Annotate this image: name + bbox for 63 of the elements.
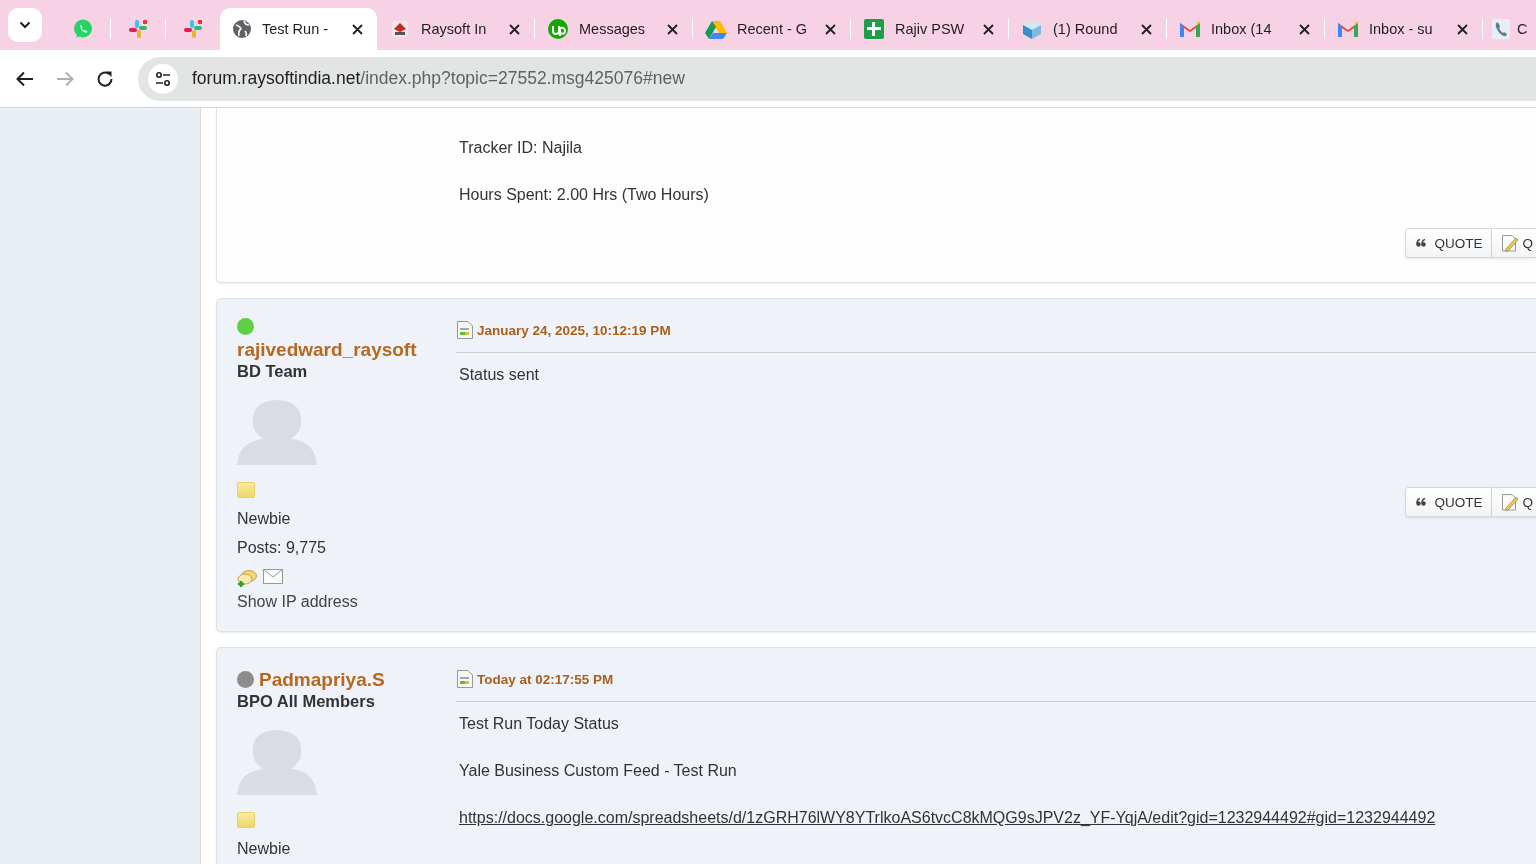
close-icon[interactable]	[1456, 23, 1468, 35]
close-icon[interactable]	[824, 23, 836, 35]
quote-mark-icon	[1416, 239, 1427, 247]
quote-button[interactable]: QUOTE	[1405, 487, 1493, 517]
post-text: Hours Spent: 2.00 Hrs (Two Hours)	[459, 185, 710, 205]
modify-button[interactable]: Q	[1492, 487, 1536, 517]
post-link[interactable]: https://docs.google.com/spreadsheets/d/1zGRH76lWY8YTrlkoAS6tvcC8kMQG9sJPV2z_YF-YqjA/edit?gid=1232944492#gid=1232944492	[459, 809, 1436, 826]
browser-tab[interactable]: Test Run -	[220, 8, 377, 50]
close-icon[interactable]	[1298, 23, 1310, 35]
post-date: January 24, 2025, 10:12:19 PM	[477, 322, 671, 338]
modify-button[interactable]: Q	[1492, 228, 1536, 258]
pinwheel-icon[interactable]	[182, 18, 204, 40]
browser-tab[interactable]: Inbox (14	[1167, 8, 1324, 50]
phone-icon	[1491, 18, 1511, 40]
quote-button[interactable]: QUOTE	[1405, 228, 1493, 258]
browser-tab[interactable]: Rajiv PSW	[851, 8, 1008, 50]
cube-icon	[1021, 18, 1043, 40]
member-rank: Newbie	[237, 839, 291, 859]
chat-bubbles-icon[interactable]	[237, 569, 257, 587]
address-bar[interactable]: forum.raysoftindia.net/index.php?topic=27552.msg425076#new	[138, 56, 1536, 101]
tab-search-button[interactable]	[8, 8, 42, 42]
close-icon[interactable]	[508, 23, 520, 35]
close-icon[interactable]	[982, 23, 994, 35]
close-icon[interactable]	[351, 23, 363, 35]
close-icon[interactable]	[1140, 23, 1152, 35]
post-text: Yale Business Custom Feed - Test Run	[459, 761, 738, 781]
document-icon	[456, 320, 474, 340]
post-text: Test Run Today Status	[459, 714, 620, 734]
show-ip-link[interactable]: Show IP address	[237, 591, 358, 613]
reload-icon[interactable]	[96, 69, 114, 88]
edit-document-icon	[1501, 234, 1520, 252]
document-icon	[456, 669, 474, 689]
author-name-link[interactable]: rajivedward_raysoft	[237, 337, 417, 362]
browser-tab[interactable]: Messages	[535, 8, 692, 50]
quote-mark-icon	[1416, 498, 1427, 506]
mail-icon	[1337, 20, 1359, 38]
member-rank: Newbie	[237, 509, 291, 529]
tune-icon	[155, 71, 171, 86]
circle-logo-icon	[547, 18, 569, 40]
browser-tab[interactable]: (1) Round	[1009, 8, 1166, 50]
post-date: Today at 02:17:55 PM	[477, 671, 614, 687]
edit-document-icon	[1501, 493, 1520, 511]
post-count: Posts: 9,775	[237, 538, 326, 558]
back-arrow-icon[interactable]	[16, 70, 34, 87]
mail-icon	[1179, 20, 1201, 38]
close-icon[interactable]	[666, 23, 678, 35]
spreadsheet-icon	[863, 18, 885, 40]
member-group: BD Team	[237, 362, 308, 381]
member-group: BPO All Members	[237, 692, 375, 711]
chevron-down-icon	[19, 21, 31, 29]
author-name-link[interactable]: Padmapriya.S	[259, 667, 385, 692]
browser-tab[interactable]: Recent - G	[693, 8, 850, 50]
triangle-icon	[705, 19, 727, 39]
post-text: Status sent	[459, 365, 541, 385]
globe-icon	[232, 19, 252, 39]
site-info-button[interactable]	[148, 63, 178, 94]
browser-tab[interactable]: Raysoft In	[377, 8, 534, 50]
browser-tab[interactable]: C	[1483, 8, 1529, 50]
post-text: Tracker ID: Najila	[459, 138, 583, 158]
pinwheel-icon[interactable]	[127, 18, 149, 40]
envelope-icon[interactable]	[263, 569, 283, 584]
browser-tab[interactable]: Inbox - su	[1325, 8, 1482, 50]
emblem-icon	[389, 18, 411, 40]
